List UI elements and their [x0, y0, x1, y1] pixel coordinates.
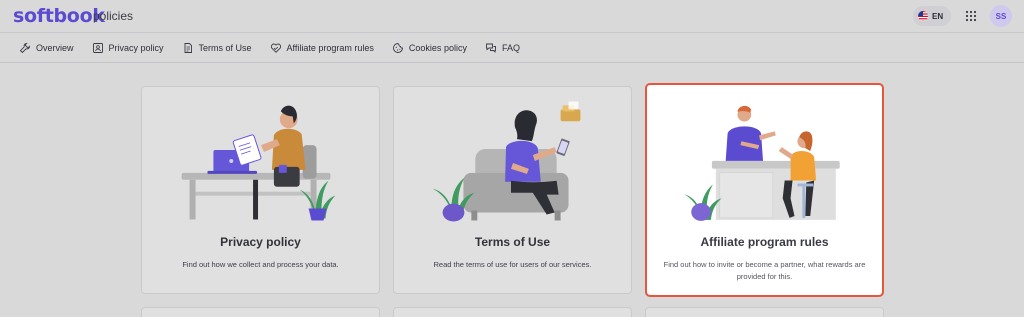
heart-handshake-icon	[270, 43, 281, 53]
language-label: EN	[932, 11, 944, 21]
document-icon	[184, 42, 192, 53]
card-affiliate-program-rules[interactable]: Affiliate program rules Find out how to …	[645, 83, 884, 297]
nav-label: FAQ	[501, 42, 520, 53]
language-switcher[interactable]: EN	[913, 6, 951, 26]
id-card-icon	[92, 42, 103, 53]
card-title: Affiliate program rules	[700, 235, 829, 249]
avatar[interactable]: SS	[990, 5, 1012, 27]
card-description: Find out how to invite or become a partn…	[663, 260, 866, 281]
policies-nav: Overview Privacy policy Terms of Use Aff…	[0, 32, 1024, 63]
terms-illustration	[432, 101, 581, 222]
card-privacy-policy[interactable]: Privacy policy Find out how we collect a…	[141, 86, 380, 294]
logo[interactable]: softbook	[13, 5, 105, 27]
card-description: Find out how we collect and process your…	[182, 260, 339, 269]
nav-item-faq[interactable]: FAQ	[485, 42, 520, 54]
cookie-icon	[392, 42, 403, 53]
card-stub[interactable]	[393, 307, 632, 317]
nav-label: Terms of Use	[198, 42, 252, 53]
affiliate-illustration	[684, 105, 840, 221]
card-terms-of-use[interactable]: Terms of Use Read the terms of use for u…	[393, 86, 632, 294]
card-title: Privacy policy	[220, 235, 301, 249]
nav-label: Overview	[36, 42, 74, 53]
nav-item-privacy-policy[interactable]: Privacy policy	[92, 42, 164, 54]
section-name: policies	[93, 9, 134, 23]
privacy-illustration	[181, 105, 336, 221]
apps-grid-icon[interactable]	[965, 10, 977, 22]
card-title: Terms of Use	[474, 235, 551, 249]
nav-label: Cookies policy	[408, 42, 467, 53]
nav-label: Affiliate program rules	[286, 42, 374, 53]
wrench-icon	[19, 42, 30, 53]
chat-bubbles-icon	[486, 43, 496, 53]
us-flag-icon	[918, 11, 928, 21]
nav-item-overview[interactable]: Overview	[19, 42, 74, 54]
nav-item-cookies-policy[interactable]: Cookies policy	[392, 42, 467, 54]
nav-label: Privacy policy	[108, 42, 164, 53]
card-description: Read the terms of use for users of our s…	[433, 260, 592, 269]
nav-item-terms-of-use[interactable]: Terms of Use	[182, 42, 252, 54]
card-stub[interactable]	[141, 307, 380, 317]
card-stub[interactable]	[645, 307, 884, 317]
top-bar: softbook policies EN SS	[0, 0, 1024, 32]
nav-item-affiliate-program-rules[interactable]: Affiliate program rules	[270, 42, 374, 54]
